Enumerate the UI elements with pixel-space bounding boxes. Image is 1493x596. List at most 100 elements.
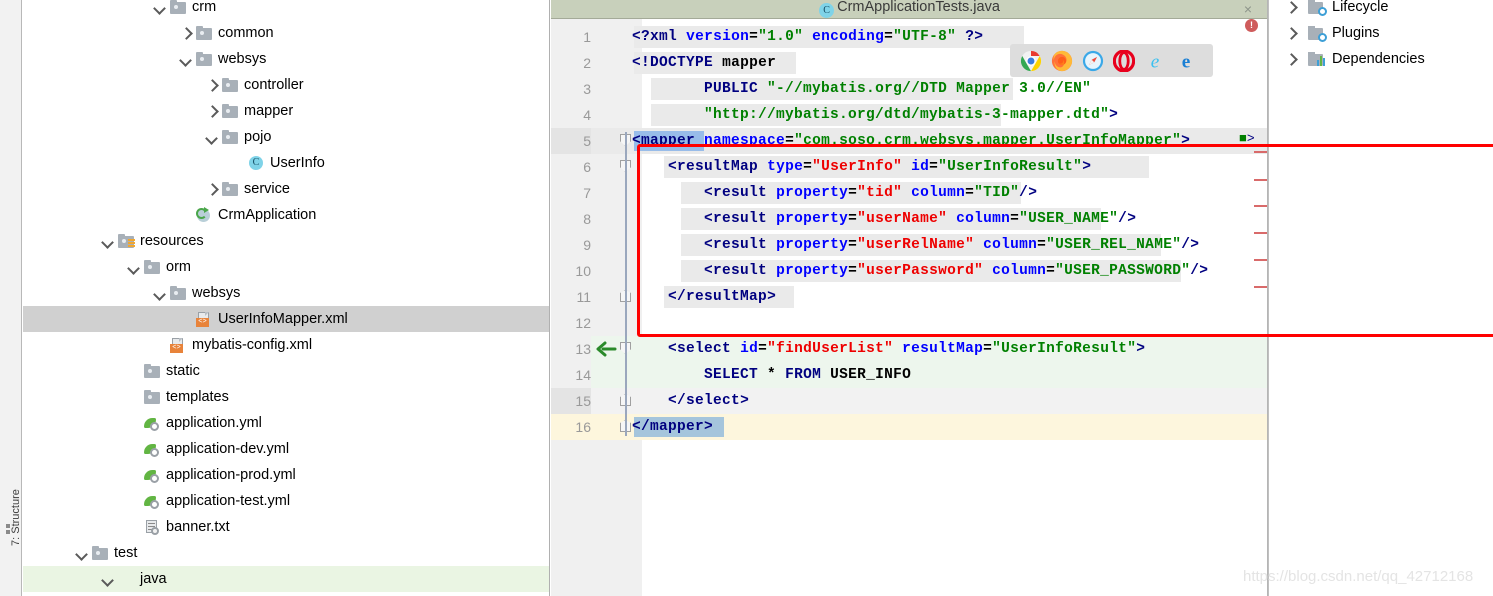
chevron-right-icon[interactable] bbox=[205, 182, 219, 196]
project-tree[interactable]: crm common websys controller mapper pojo C User… bbox=[23, 0, 550, 596]
editor-tab[interactable]: C CrmApplicationTests.java bbox=[551, 0, 1268, 18]
code-line[interactable]: 9 <result property="userRelName" column=… bbox=[551, 232, 1268, 258]
error-marker[interactable] bbox=[1254, 286, 1267, 288]
tree-item-banner-txt[interactable]: banner.txt bbox=[23, 514, 550, 540]
opera-icon[interactable] bbox=[1112, 48, 1136, 73]
tree-item-label: application.yml bbox=[166, 415, 262, 431]
error-marker[interactable] bbox=[1254, 232, 1267, 234]
tree-item-label: banner.txt bbox=[166, 519, 230, 535]
tree-item-label: test bbox=[114, 545, 138, 561]
tree-item-websys[interactable]: websys bbox=[23, 46, 550, 72]
maven-tool-window[interactable]: Lifecycle Plugins Dependencies bbox=[1270, 0, 1493, 596]
error-marker[interactable] bbox=[1254, 259, 1267, 261]
chevron-down-icon[interactable] bbox=[127, 260, 141, 274]
folder-icon bbox=[196, 25, 213, 41]
tree-item-mybatis-config-xml[interactable]: <> mybatis-config.xml bbox=[23, 332, 550, 358]
tree-item-crm[interactable]: crm bbox=[23, 0, 550, 20]
internet-explorer-icon[interactable]: e bbox=[1144, 50, 1166, 72]
chevron-down-icon[interactable] bbox=[75, 546, 89, 560]
tool-strip-handle-icon[interactable] bbox=[6, 524, 16, 534]
run-query-arrow-icon[interactable] bbox=[595, 336, 617, 362]
tree-item-application-prod-yml[interactable]: application-prod.yml bbox=[23, 462, 550, 488]
dependencies-bars-icon bbox=[1308, 51, 1326, 67]
chevron-right-icon[interactable] bbox=[205, 104, 219, 118]
tree-item-userinfomapper-xml[interactable]: <> UserInfoMapper.xml bbox=[23, 306, 550, 332]
code-line[interactable]: 3 PUBLIC "-//mybatis.org//DTD Mapper 3.0… bbox=[551, 76, 1268, 102]
code-text: </select> bbox=[668, 393, 750, 409]
error-marker-stripe[interactable] bbox=[1254, 19, 1268, 596]
tree-item-application-test-yml[interactable]: application-test.yml bbox=[23, 488, 550, 514]
safari-icon[interactable] bbox=[1082, 50, 1104, 72]
folder-icon bbox=[144, 259, 161, 275]
code-line[interactable]: 7 <result property="tid" column="TID"/> bbox=[551, 180, 1268, 206]
tree-item-static[interactable]: static bbox=[23, 358, 550, 384]
tree-item-java[interactable]: java bbox=[23, 566, 550, 592]
chrome-icon[interactable] bbox=[1020, 50, 1042, 72]
chevron-down-icon[interactable] bbox=[153, 286, 167, 300]
open-in-browser-popup[interactable]: e e bbox=[1010, 44, 1213, 77]
code-line[interactable]: 6 <resultMap type="UserInfo" id="UserInf… bbox=[551, 154, 1268, 180]
code-line[interactable]: 13 <select id="findUserList" resultMap="… bbox=[551, 336, 1268, 362]
maven-item-lifecycle[interactable]: Lifecycle bbox=[1270, 0, 1493, 20]
tree-item-label: resources bbox=[140, 233, 204, 249]
chevron-down-icon[interactable] bbox=[101, 572, 115, 586]
matched-tag-highlight bbox=[634, 417, 724, 437]
line-number: 6 bbox=[583, 159, 591, 175]
chevron-down-icon[interactable] bbox=[205, 130, 219, 144]
chevron-down-icon[interactable] bbox=[153, 0, 167, 14]
error-marker[interactable] bbox=[1254, 151, 1267, 153]
folder-icon bbox=[144, 389, 161, 405]
fold-guide-line bbox=[625, 132, 627, 436]
maven-item-plugins[interactable]: Plugins bbox=[1270, 20, 1493, 46]
chevron-down-icon[interactable] bbox=[179, 52, 193, 66]
tree-item-resources[interactable]: resources bbox=[23, 228, 550, 254]
tree-item-common[interactable]: common bbox=[23, 20, 550, 46]
code-area[interactable]: 1 <?xml version="1.0" encoding="UTF-8" ?>… bbox=[551, 19, 1268, 596]
inspection-icon: ■> bbox=[1239, 131, 1255, 146]
tree-item-controller[interactable]: controller bbox=[23, 72, 550, 98]
code-text: </resultMap> bbox=[668, 289, 777, 305]
code-line[interactable]: 4 "http://mybatis.org/dtd/mybatis-3-mapp… bbox=[551, 102, 1268, 128]
tree-item-websys[interactable]: websys bbox=[23, 280, 550, 306]
code-line[interactable]: 15 </select> bbox=[551, 388, 1268, 414]
code-line[interactable]: 14 SELECT * FROM USER_INFO bbox=[551, 362, 1268, 388]
tree-item-label: pojo bbox=[244, 129, 272, 145]
maven-item-dependencies[interactable]: Dependencies bbox=[1270, 46, 1493, 72]
tree-item-service[interactable]: service bbox=[23, 176, 550, 202]
tree-item-crmapplication[interactable]: CrmApplication bbox=[23, 202, 550, 228]
chevron-right-icon[interactable] bbox=[179, 26, 193, 40]
tree-item-label: crm bbox=[192, 0, 217, 15]
chevron-right-icon[interactable] bbox=[1284, 52, 1302, 66]
folder-icon bbox=[222, 181, 239, 197]
error-badge-icon[interactable] bbox=[1245, 19, 1258, 32]
tree-item-test[interactable]: test bbox=[23, 540, 550, 566]
code-line[interactable]: 12 bbox=[551, 310, 1268, 336]
tree-item-orm[interactable]: orm bbox=[23, 254, 550, 280]
firefox-icon[interactable] bbox=[1051, 50, 1073, 72]
xmlfile-icon: <> bbox=[170, 337, 187, 353]
code-line[interactable]: 10 <result property="userPassword" colum… bbox=[551, 258, 1268, 284]
error-marker[interactable] bbox=[1254, 205, 1267, 207]
chevron-right-icon[interactable] bbox=[205, 78, 219, 92]
structure-tool-button[interactable]: 7: Structure bbox=[10, 466, 22, 546]
code-line[interactable]: 11 </resultMap> bbox=[551, 284, 1268, 310]
tree-item-label: application-test.yml bbox=[166, 493, 291, 509]
tree-item-pojo[interactable]: pojo bbox=[23, 124, 550, 150]
tree-item-mapper[interactable]: mapper bbox=[23, 98, 550, 124]
code-line[interactable]: 8 <result property="userName" column="US… bbox=[551, 206, 1268, 232]
code-text: <mapper namespace="com.soso.crm.websys.m… bbox=[632, 133, 1191, 149]
close-icon[interactable]: × bbox=[1241, 0, 1255, 19]
error-marker[interactable] bbox=[1254, 179, 1267, 181]
chevron-right-icon[interactable] bbox=[1284, 0, 1302, 14]
edge-icon[interactable]: e bbox=[1175, 50, 1197, 72]
tree-item-application-dev-yml[interactable]: application-dev.yml bbox=[23, 436, 550, 462]
chevron-right-icon[interactable] bbox=[1284, 26, 1302, 40]
tree-item-templates[interactable]: templates bbox=[23, 384, 550, 410]
tree-item-application-yml[interactable]: application.yml bbox=[23, 410, 550, 436]
chevron-down-icon[interactable] bbox=[101, 234, 115, 248]
tree-item-userinfo[interactable]: C UserInfo bbox=[23, 150, 550, 176]
